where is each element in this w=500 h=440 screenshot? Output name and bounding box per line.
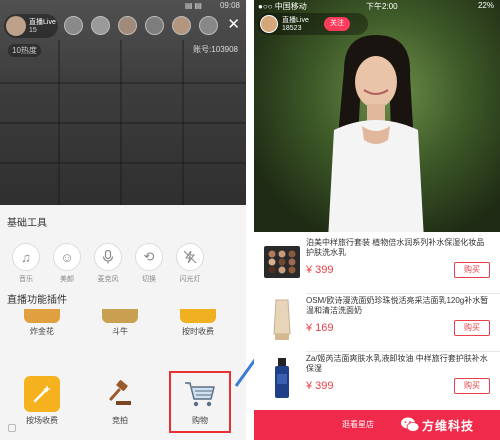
buy-button[interactable]: 购买: [454, 378, 490, 394]
plugin-auction[interactable]: 竞拍: [92, 376, 148, 426]
viewer-avatar[interactable]: [118, 16, 137, 35]
close-icon[interactable]: ✕: [227, 17, 240, 32]
music-icon: ♫: [12, 243, 40, 271]
section-basic-tools: 基础工具: [7, 218, 47, 229]
camera-switch-icon: ⟲: [135, 243, 163, 271]
plugin-label: 按场收费: [26, 416, 58, 425]
tool-flash[interactable]: 闪光灯: [174, 243, 206, 284]
section-plugins: 直播功能插件: [7, 295, 67, 306]
product-price: ¥ 169: [306, 322, 334, 334]
grid-line: [0, 162, 246, 164]
account-id: 账号:103908: [193, 45, 238, 54]
plugin-zhajinhua[interactable]: 炸金花: [14, 309, 70, 337]
grid-line: [0, 122, 246, 124]
host-count: 18523: [282, 25, 302, 32]
host-name: 直播Live: [29, 19, 56, 26]
plugin-douniu[interactable]: 斗牛: [92, 309, 148, 337]
heat-counter: 10热度: [8, 44, 41, 57]
carrier: ●○○ 中国移动: [258, 2, 307, 11]
tool-music[interactable]: ♫ 音乐: [10, 243, 42, 284]
eyeshadow-palette-icon: [264, 246, 300, 278]
viewer-avatar[interactable]: [91, 16, 110, 35]
product-price: ¥ 399: [306, 380, 334, 392]
viewer-screen: ●○○ 中国移动 下午2:00 22% 直播Live 18523 关注 泊美中样…: [254, 0, 500, 440]
host-name: 直播Live: [282, 17, 309, 24]
status-bar: ●○○ 中国移动 下午2:00 22%: [254, 0, 500, 12]
plugin-timed-fee[interactable]: 按时收费: [170, 309, 226, 337]
broadcaster-screen: ▤▤ 09:08 直播Live 15 ✕ 10热度 账号:103908 基础工具…: [0, 0, 246, 440]
gavel-icon: [102, 376, 138, 412]
product-item[interactable]: Za/姬芮洁面爽肤水乳液卸妆油 中样旅行套护肤补水保湿 ¥ 399 购买: [254, 352, 500, 410]
viewer-avatar[interactable]: [145, 16, 164, 35]
tool-microphone[interactable]: 麦克风: [92, 243, 124, 284]
streamer-image: [328, 35, 424, 232]
status-time: 下午2:00: [366, 2, 398, 11]
plugin-label: 斗牛: [112, 327, 128, 336]
live-video: ●○○ 中国移动 下午2:00 22% 直播Live 18523 关注: [254, 0, 500, 232]
buy-button[interactable]: 购买: [454, 320, 490, 336]
camera-preview: ▤▤ 09:08 直播Live 15 ✕ 10热度 账号:103908: [0, 0, 246, 205]
buy-button[interactable]: 购买: [454, 262, 490, 278]
bull-icon: [102, 309, 138, 323]
visit-store-label: 逛看星店: [342, 420, 374, 429]
tool-beauty[interactable]: ☺ 美颜: [51, 243, 83, 284]
viewer-avatar[interactable]: [172, 16, 191, 35]
cleanser-tube-icon: [273, 299, 291, 340]
follow-button[interactable]: 关注: [324, 17, 350, 31]
product-price: ¥ 399: [306, 264, 334, 276]
host-count: 15: [29, 27, 37, 34]
checkbox-icon[interactable]: [8, 424, 16, 432]
tool-label: 闪光灯: [179, 276, 201, 283]
beauty-face-icon: ☺: [53, 243, 81, 271]
viewer-avatar[interactable]: [64, 16, 83, 35]
cards-icon: [24, 309, 60, 323]
plugin-label: 按时收费: [182, 327, 214, 336]
product-name: 泊美中样旅行套装 植物倍水润系列补水保湿化妆品 护肤洗水乳: [306, 238, 485, 257]
tool-label: 美颜: [60, 276, 74, 283]
battery-level: 22%: [477, 1, 494, 10]
product-item[interactable]: OSM/欧诗漫洗面奶珍珠悦活亮采洁面乳120g补水暂温和清洁洗面奶 ¥ 169 …: [254, 294, 500, 352]
watermark: 方维科技: [398, 414, 498, 436]
plugin-label: 竞拍: [112, 416, 128, 425]
status-time: 09:08: [219, 1, 240, 10]
microphone-icon: [94, 243, 122, 271]
watermark-text: 方维科技: [422, 419, 475, 433]
host-avatar: [260, 15, 278, 33]
wechat-icon: [401, 417, 420, 432]
highlight-box: [169, 371, 231, 433]
viewer-avatar[interactable]: [199, 16, 218, 35]
host-avatar: [6, 16, 26, 36]
host-info[interactable]: 直播Live 18523 关注: [258, 13, 368, 35]
skincare-bottle-icon: [275, 358, 289, 398]
tool-label: 切换: [142, 276, 156, 283]
clock-icon: [180, 309, 216, 323]
plugin-session-fee[interactable]: 按场收费: [14, 376, 70, 426]
product-item[interactable]: 泊美中样旅行套装 植物倍水润系列补水保湿化妆品 护肤洗水乳 ¥ 399 购买: [254, 236, 500, 294]
tool-label: 麦克风: [97, 276, 119, 283]
status-bar: ▤▤ 09:08: [0, 0, 246, 12]
plugin-label: 炸金花: [30, 327, 54, 336]
tool-switch-camera[interactable]: ⟲ 切换: [133, 243, 165, 284]
grid-line: [0, 82, 246, 84]
tool-label: 音乐: [19, 276, 33, 283]
magic-wand-icon: [24, 376, 60, 412]
product-name: OSM/欧诗漫洗面奶珍珠悦活亮采洁面乳120g补水暂温和清洁洗面奶: [306, 296, 489, 315]
product-name: Za/姬芮洁面爽肤水乳液卸妆油 中样旅行套护肤补水保湿: [306, 354, 488, 373]
flash-off-icon: [176, 243, 204, 271]
host-info[interactable]: 直播Live 15: [4, 14, 58, 38]
signal-icon: ▤▤: [184, 1, 204, 10]
